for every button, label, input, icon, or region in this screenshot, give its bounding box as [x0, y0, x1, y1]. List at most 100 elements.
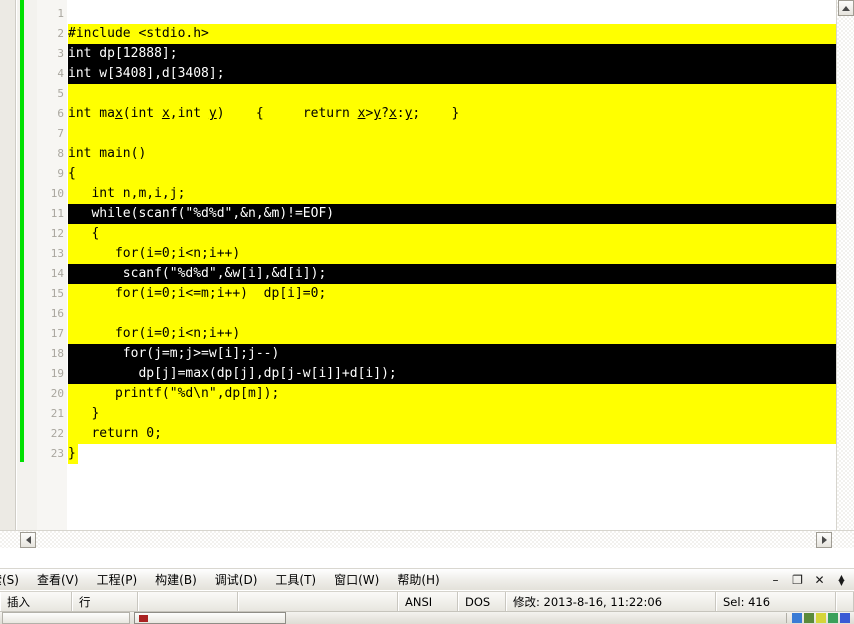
code-line[interactable]: } [68, 404, 836, 424]
code-line[interactable]: for(i=0;i<n;i++) [68, 324, 836, 344]
vertical-scrollbar[interactable] [836, 0, 854, 548]
code-line[interactable]: dp[j]=max(dp[j],dp[j-w[i]]+d[i]); [68, 364, 836, 384]
code-line[interactable]: { [68, 224, 836, 244]
status-bar: 插入 行 ANSI DOS 修改: 2013-8-16, 11:22:06 Se… [0, 591, 854, 611]
menu-item-build[interactable]: 构建(B) [146, 570, 206, 590]
menu-item-help[interactable]: 帮助(H) [388, 570, 448, 590]
menu-item-project[interactable]: 工程(P) [88, 570, 147, 590]
tray-icon-1[interactable] [792, 613, 802, 623]
editor-left-edge [0, 0, 16, 548]
code-line[interactable]: int max(int x,int y) { return x>y?x:y; } [68, 104, 836, 124]
code-line[interactable]: printf("%d\n",dp[m]); [68, 384, 836, 404]
code-line[interactable]: for(i=0;i<n;i++) [68, 244, 836, 264]
code-line-text: for(i=0;i<n;i++) [68, 244, 836, 264]
line-number: 11 [50, 207, 64, 220]
code-line-text: while(scanf("%d%d",&n,&m)!=EOF) [68, 204, 836, 224]
code-line[interactable]: scanf("%d%d",&w[i],&d[i]); [68, 264, 836, 284]
application-window: 1 2 3 4 5 6 7 8 9 10 11 12 13 14 15 16 17 18 19 20 21 22 23 #i… [0, 0, 854, 624]
scroll-right-button[interactable] [816, 532, 832, 548]
line-number: 12 [50, 227, 64, 240]
minimize-button[interactable]: – [769, 573, 782, 587]
code-line-text: return 0; [68, 424, 836, 444]
status-line-label: 行 [72, 592, 138, 611]
code-line[interactable] [68, 124, 836, 144]
line-number: 10 [50, 187, 64, 200]
code-line[interactable]: for(i=0;i<=m;i++) dp[i]=0; [68, 284, 836, 304]
line-number-gutter: 1 2 3 4 5 6 7 8 9 10 11 12 13 14 15 16 17 18 19 20 21 22 23 [37, 0, 67, 548]
status-selection: Sel: 416 [716, 592, 836, 611]
code-line-text: for(i=0;i<n;i++) [68, 324, 836, 344]
triangle-up-icon [842, 5, 850, 11]
code-line[interactable]: while(scanf("%d%d",&n,&m)!=EOF) [68, 204, 836, 224]
line-number: 13 [50, 247, 64, 260]
window-controls: – ❐ ✕ ▲ ▼ [769, 573, 854, 587]
status-edit-mode: 插入 [0, 592, 72, 611]
menu-item-search[interactable]: 索(S) [0, 570, 28, 590]
application-icon [139, 614, 148, 622]
line-number: 18 [50, 347, 64, 360]
code-line[interactable]: { [68, 164, 836, 184]
status-blank-3 [836, 592, 854, 611]
code-line[interactable]: return 0; [68, 424, 836, 444]
code-line[interactable] [68, 304, 836, 324]
restore-button[interactable]: ❐ [791, 573, 804, 587]
code-line-text: for(i=0;i<=m;i++) dp[i]=0; [68, 284, 836, 304]
code-surface[interactable]: #include <stdio.h> int dp[12888]; int w[34… [68, 0, 854, 548]
code-line[interactable]: int w[3408],d[3408]; [68, 64, 836, 84]
menu-bar: 索(S) 查看(V) 工程(P) 构建(B) 调试(D) 工具(T) 窗口(W)… [0, 568, 854, 590]
status-modified: 修改: 2013-8-16, 11:22:06 [506, 592, 716, 611]
scroll-up-button[interactable] [838, 0, 854, 16]
code-line[interactable] [68, 84, 836, 104]
code-line[interactable]: #include <stdio.h> [68, 24, 836, 44]
tray-icon-3[interactable] [816, 613, 826, 623]
line-number: 3 [57, 47, 64, 60]
code-line-text: { [68, 164, 836, 184]
horizontal-scrollbar[interactable] [0, 530, 854, 548]
code-line[interactable]: int main() [68, 144, 836, 164]
line-number: 16 [50, 307, 64, 320]
tray-icon-5[interactable] [840, 613, 850, 623]
taskbar-item-2[interactable] [134, 612, 286, 624]
spinner-icon[interactable]: ▲ ▼ [835, 573, 848, 586]
line-number: 14 [50, 267, 64, 280]
menu-item-view[interactable]: 查看(V) [28, 570, 88, 590]
code-line[interactable]: int dp[12888]; [68, 44, 836, 64]
status-blank-1 [138, 592, 238, 611]
code-line[interactable]: int n,m,i,j; [68, 184, 836, 204]
line-number: 8 [57, 147, 64, 160]
line-number: 15 [50, 287, 64, 300]
scroll-left-button[interactable] [20, 532, 36, 548]
menu-item-window[interactable]: 窗口(W) [325, 570, 388, 590]
code-line-text: int n,m,i,j; [68, 184, 836, 204]
code-line[interactable] [68, 4, 78, 24]
line-number: 5 [57, 87, 64, 100]
line-number: 22 [50, 427, 64, 440]
code-line-text: scanf("%d%d",&w[i],&d[i]); [68, 264, 836, 284]
menu-item-debug[interactable]: 调试(D) [206, 570, 267, 590]
code-line-text: int dp[12888]; [68, 44, 836, 64]
code-line-text: } [68, 444, 78, 464]
code-line[interactable]: } [68, 444, 78, 464]
code-line-text: for(j=m;j>=w[i];j--) [68, 344, 836, 364]
code-editor[interactable]: 1 2 3 4 5 6 7 8 9 10 11 12 13 14 15 16 17 18 19 20 21 22 23 #i… [0, 0, 854, 548]
tray-icon-2[interactable] [804, 613, 814, 623]
code-line-text: int main() [68, 144, 836, 164]
code-line-text: printf("%d\n",dp[m]); [68, 384, 836, 404]
close-button[interactable]: ✕ [813, 573, 826, 587]
code-line-text: { [68, 224, 836, 244]
code-line[interactable]: for(j=m;j>=w[i];j--) [68, 344, 836, 364]
line-number: 2 [57, 27, 64, 40]
triangle-right-icon [821, 536, 827, 544]
menu-item-tools[interactable]: 工具(T) [266, 570, 325, 590]
line-number: 9 [57, 167, 64, 180]
code-line-text: #include <stdio.h> [68, 24, 836, 44]
line-number: 4 [57, 67, 64, 80]
taskbar-item-1[interactable] [2, 612, 130, 624]
line-number: 20 [50, 387, 64, 400]
line-number: 19 [50, 367, 64, 380]
tray-icon-4[interactable] [828, 613, 838, 623]
triangle-left-icon [25, 536, 31, 544]
status-encoding: ANSI [398, 592, 458, 611]
line-number: 23 [50, 447, 64, 460]
